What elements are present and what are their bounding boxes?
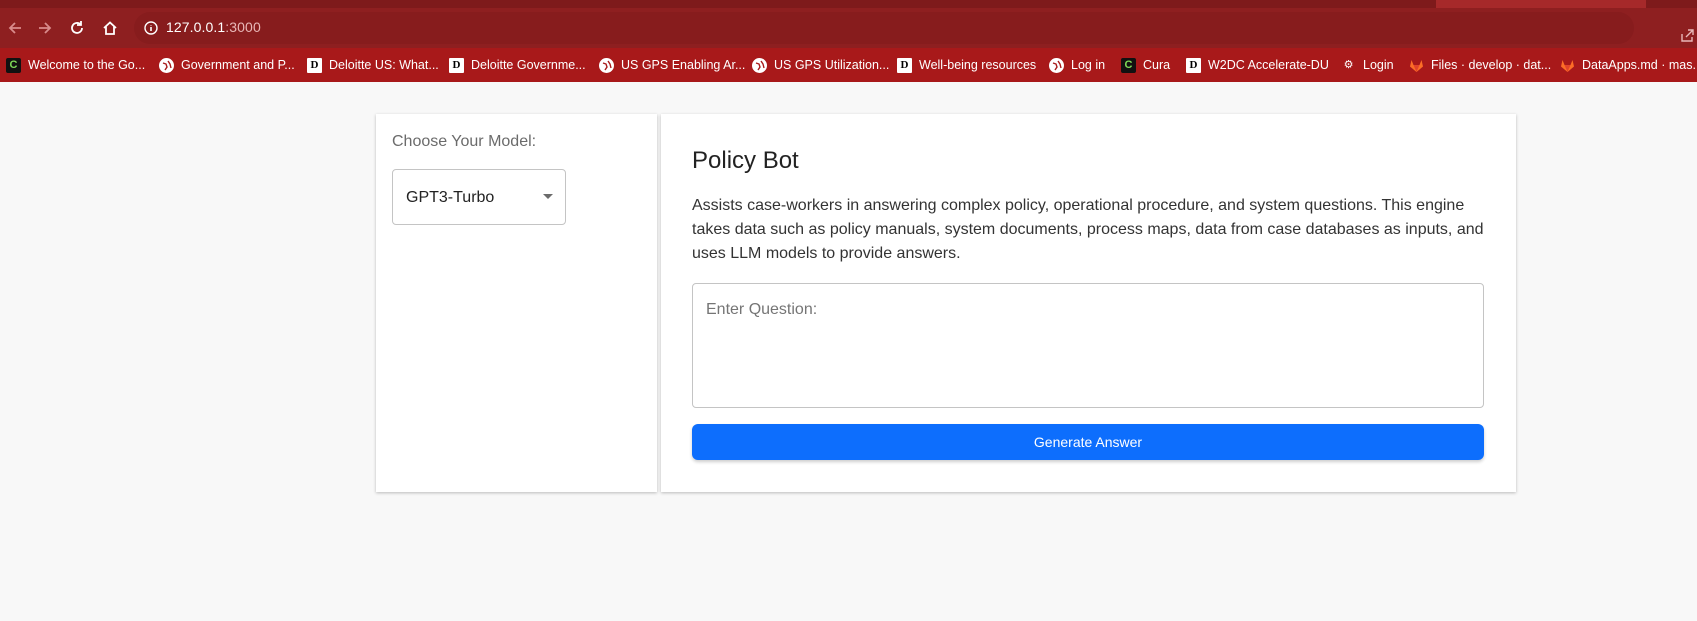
page-title: Policy Bot: [692, 147, 799, 174]
bookmark-label: Well-being resources: [919, 58, 1037, 72]
url-port: :3000: [225, 19, 261, 35]
model-select-value: GPT3-Turbo: [406, 189, 495, 206]
bookmark-label: Welcome to the Go...: [28, 58, 146, 72]
globe-icon: [1049, 57, 1064, 73]
bookmark-item[interactable]: D Well-being resources: [897, 48, 1036, 82]
arrow-right-icon: [39, 22, 52, 34]
generate-answer-button[interactable]: Generate Answer: [692, 424, 1484, 460]
bookmarks-bar: C Welcome to the Go... Government and P..…: [0, 48, 1697, 82]
bookmark-label: DataApps.md · mas...: [1582, 58, 1697, 72]
bookmark-item[interactable]: Log in: [1049, 48, 1105, 82]
home-icon: [103, 21, 117, 35]
bookmark-item[interactable]: US GPS Enabling Ar...: [599, 48, 745, 82]
url-host: 127.0.0.1: [166, 19, 226, 35]
tab-edge: [1436, 0, 1646, 8]
home-button[interactable]: [95, 8, 125, 48]
bookmark-item[interactable]: D Deloitte US: What...: [307, 48, 439, 82]
arrow-left-icon: [8, 22, 21, 34]
question-field[interactable]: [692, 283, 1484, 408]
globe-icon: [159, 57, 174, 73]
browser-toolbar: 127.0.0.1:3000: [0, 8, 1697, 48]
bookmark-item[interactable]: C Cura: [1121, 48, 1170, 82]
bookmark-item[interactable]: US GPS Utilization...: [752, 48, 889, 82]
address-bar[interactable]: [134, 12, 1634, 44]
gitlab-icon: [1409, 58, 1424, 73]
bookmark-item[interactable]: D W2DC Accelerate-DU: [1186, 48, 1329, 82]
caret-down-icon: [543, 194, 553, 199]
bookmark-label: Cura: [1143, 58, 1171, 72]
bookmark-item[interactable]: Government and P...: [159, 48, 295, 82]
globe-icon: [752, 57, 767, 73]
info-icon[interactable]: [144, 21, 158, 35]
url-text[interactable]: 127.0.0.1:3000: [166, 19, 261, 35]
bookmark-label: Login: [1363, 58, 1394, 72]
bookmark-item[interactable]: ⚙ Login: [1341, 48, 1394, 82]
bookmark-item[interactable]: Files · develop · dat...: [1409, 48, 1551, 82]
tab-strip: [0, 0, 1697, 8]
forward-button[interactable]: [30, 8, 60, 48]
bookmark-item[interactable]: C Welcome to the Go...: [6, 48, 145, 82]
d-icon: D: [897, 57, 912, 73]
reload-icon: [71, 21, 83, 34]
model-select[interactable]: GPT3-Turbo: [392, 169, 566, 225]
gitlab-icon: [1560, 58, 1575, 73]
reload-button[interactable]: [62, 8, 92, 48]
question-input[interactable]: [693, 284, 1483, 407]
bookmark-label: Deloitte Governme...: [471, 58, 586, 72]
policy-bot-panel: Policy Bot Assists case-workers in answe…: [661, 114, 1516, 492]
model-label: Choose Your Model:: [392, 133, 537, 150]
bookmark-label: W2DC Accelerate-DU: [1208, 58, 1329, 72]
bookmark-label: Files · develop · dat...: [1431, 58, 1552, 72]
bookmark-label: US GPS Enabling Ar...: [621, 58, 746, 72]
bookmark-label: Deloitte US: What...: [329, 58, 439, 72]
model-panel: Choose Your Model: GPT3-Turbo: [376, 114, 657, 492]
bookmark-item[interactable]: D Deloitte Governme...: [449, 48, 586, 82]
bot-description: Assists case-workers in answering comple…: [692, 197, 1484, 262]
bookmark-label: Government and P...: [181, 58, 295, 72]
back-button[interactable]: [0, 8, 30, 48]
globe-icon: [599, 57, 614, 73]
page-content: Choose Your Model: GPT3-Turbo Policy Bot…: [0, 82, 1697, 621]
d-icon: D: [307, 57, 322, 73]
bookmark-label: US GPS Utilization...: [774, 58, 890, 72]
c-icon: C: [6, 57, 21, 73]
gear-icon: ⚙: [1343, 58, 1354, 71]
share-icon[interactable]: [1680, 28, 1694, 42]
c-icon: C: [1121, 57, 1136, 73]
d-icon: D: [449, 57, 464, 73]
bookmark-label: Log in: [1071, 58, 1106, 72]
bookmark-item[interactable]: DataApps.md · mas...: [1560, 48, 1697, 82]
d-icon: D: [1186, 57, 1201, 73]
